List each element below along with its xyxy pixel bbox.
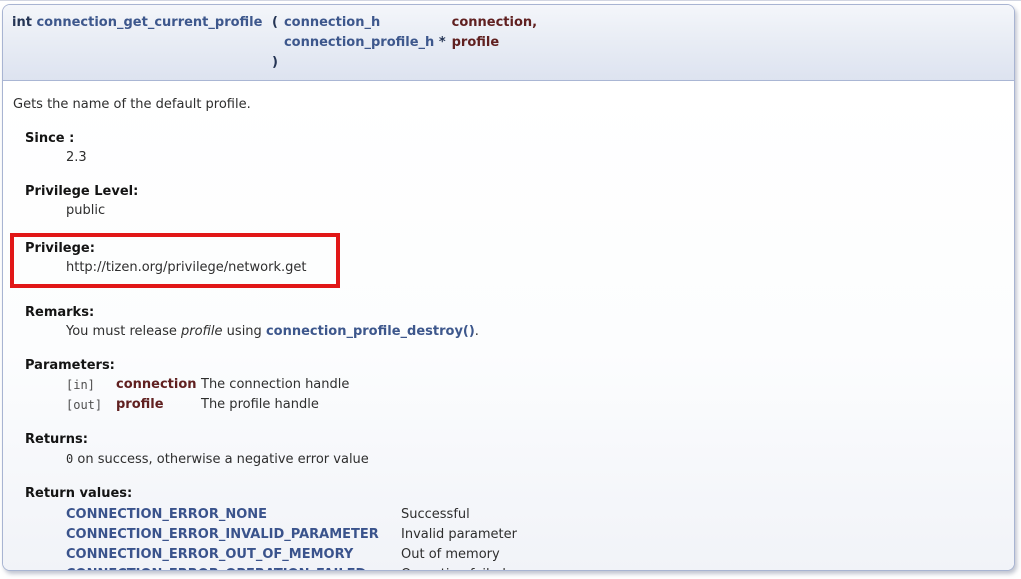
return-value-desc: Successful bbox=[401, 505, 549, 525]
function-memname: int connection_get_current_profile bbox=[9, 13, 269, 33]
parameters-section: Parameters: [in] connection The connecti… bbox=[9, 357, 1004, 415]
param-name: profile bbox=[116, 395, 201, 415]
param-type-cell: connection_profile_h * bbox=[281, 33, 449, 53]
returns-text: on success, otherwise a negative error v… bbox=[73, 452, 369, 467]
returns-heading: Returns: bbox=[25, 431, 1004, 449]
param-type-link-connection-h[interactable]: connection_h bbox=[284, 15, 380, 30]
return-value-desc: Invalid parameter bbox=[401, 525, 549, 545]
privilege-heading: Privilege: bbox=[25, 240, 336, 258]
privilege-section: Privilege: http://tizen.org/privilege/ne… bbox=[14, 240, 336, 277]
function-signature-header: int connection_get_current_profile ( con… bbox=[3, 5, 1014, 81]
param-direction: [out] bbox=[66, 395, 116, 415]
param-description: The profile handle bbox=[201, 395, 349, 415]
return-value-row: CONNECTION_ERROR_OPERATION_FAILED Operat… bbox=[66, 565, 549, 571]
return-value-row: CONNECTION_ERROR_NONE Successful bbox=[66, 505, 549, 525]
return-value-desc: Out of memory bbox=[401, 545, 549, 565]
return-value-desc: Operation failed bbox=[401, 565, 549, 571]
privilege-level-heading: Privilege Level: bbox=[25, 183, 1004, 201]
connection-profile-destroy-link[interactable]: connection_profile_destroy() bbox=[266, 324, 475, 339]
signature-row-1: int connection_get_current_profile ( con… bbox=[9, 13, 540, 33]
parameters-table: [in] connection The connection handle [o… bbox=[66, 375, 349, 415]
param-name-connection: connection, bbox=[449, 13, 540, 33]
returns-section: Returns: 0 on success, otherwise a negat… bbox=[9, 431, 1004, 469]
privilege-level-value: public bbox=[66, 202, 1004, 220]
privilege-highlight-annotation: Privilege: http://tizen.org/privilege/ne… bbox=[10, 233, 340, 288]
signature-row-2: connection_profile_h * profile bbox=[9, 33, 540, 53]
return-value-row: CONNECTION_ERROR_INVALID_PARAMETER Inval… bbox=[66, 525, 549, 545]
function-doc-body: Gets the name of the default profile. Si… bbox=[3, 81, 1014, 571]
param-type-suffix: * bbox=[434, 35, 445, 50]
privilege-value: http://tizen.org/privilege/network.get bbox=[66, 259, 336, 277]
return-value-link[interactable]: CONNECTION_ERROR_INVALID_PARAMETER bbox=[66, 527, 379, 542]
remarks-text-after: . bbox=[475, 324, 479, 339]
param-name-profile: profile bbox=[449, 33, 540, 53]
since-value: 2.3 bbox=[66, 149, 1004, 167]
param-row: [in] connection The connection handle bbox=[66, 375, 349, 395]
function-description: Gets the name of the default profile. bbox=[13, 96, 1004, 114]
return-value-link[interactable]: CONNECTION_ERROR_OPERATION_FAILED bbox=[66, 567, 366, 571]
param-description: The connection handle bbox=[201, 375, 349, 395]
return-value-link[interactable]: CONNECTION_ERROR_NONE bbox=[66, 507, 267, 522]
return-value-row: CONNECTION_ERROR_OUT_OF_MEMORY Out of me… bbox=[66, 545, 549, 565]
return-values-table: CONNECTION_ERROR_NONE Successful CONNECT… bbox=[66, 505, 549, 571]
remarks-section: Remarks: You must release profile using … bbox=[9, 304, 1004, 341]
since-heading: Since : bbox=[25, 130, 1004, 148]
return-values-section: Return values: CONNECTION_ERROR_NONE Suc… bbox=[9, 485, 1004, 571]
return-values-heading: Return values: bbox=[25, 485, 1004, 503]
remarks-text-before: You must release bbox=[66, 324, 181, 339]
param-row: [out] profile The profile handle bbox=[66, 395, 349, 415]
function-name: connection_get_current_profile bbox=[36, 15, 262, 30]
remarks-text-middle: using bbox=[223, 324, 266, 339]
privilege-level-section: Privilege Level: public bbox=[9, 183, 1004, 220]
remarks-text: You must release profile using connectio… bbox=[66, 323, 1004, 341]
param-type-link-connection-profile-h[interactable]: connection_profile_h bbox=[284, 35, 434, 50]
signature-row-3: ) bbox=[9, 53, 540, 73]
function-doc-panel: int connection_get_current_profile ( con… bbox=[2, 4, 1015, 571]
signature-table: int connection_get_current_profile ( con… bbox=[9, 13, 540, 73]
param-name: connection bbox=[116, 375, 201, 395]
remarks-emphasis-profile: profile bbox=[181, 324, 223, 339]
close-paren: ) bbox=[269, 53, 281, 73]
param-type-cell: connection_h bbox=[281, 13, 449, 33]
previous-section-divider bbox=[0, 0, 1021, 1]
returns-value: 0 on success, otherwise a negative error… bbox=[66, 450, 1004, 469]
since-section: Since : 2.3 bbox=[9, 130, 1004, 167]
open-paren: ( bbox=[269, 13, 281, 33]
param-direction: [in] bbox=[66, 375, 116, 395]
return-value-link[interactable]: CONNECTION_ERROR_OUT_OF_MEMORY bbox=[66, 547, 353, 562]
return-type: int bbox=[12, 15, 36, 30]
parameters-heading: Parameters: bbox=[25, 357, 1004, 375]
remarks-heading: Remarks: bbox=[25, 304, 1004, 322]
